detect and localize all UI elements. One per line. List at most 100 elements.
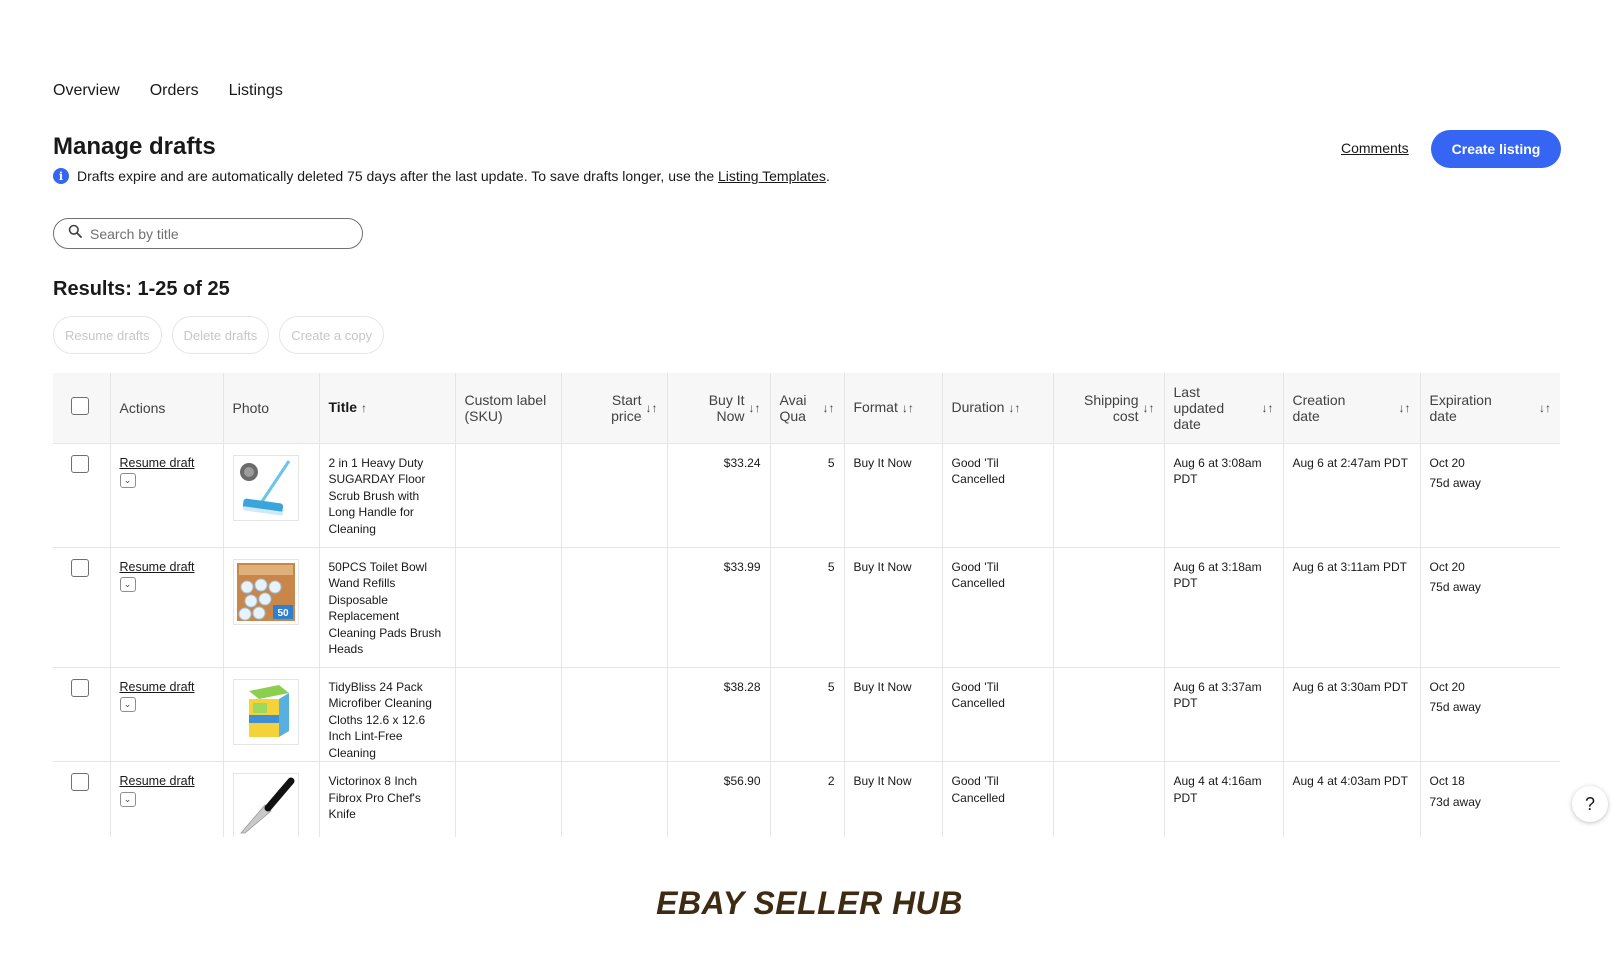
row-buy-it-now: $56.90: [667, 761, 771, 837]
table-row: Resume draft ⌄ 50 50PCS Toilet Bowl Wand …: [53, 546, 1560, 667]
resume-draft-link[interactable]: Resume draft: [120, 559, 214, 576]
header-expiration-date[interactable]: Expiration date ↓↑: [1420, 373, 1560, 443]
microfiber-cloths-photo[interactable]: [232, 678, 299, 745]
row-title: TidyBliss 24 Pack Microfiber Cleaning Cl…: [319, 666, 456, 762]
row-sku: [455, 546, 562, 667]
search-icon: [68, 224, 82, 243]
row-title: 50PCS Toilet Bowl Wand Refills Disposabl…: [319, 546, 456, 667]
header-buy-it-now[interactable]: Buy It Now ↓↑: [667, 373, 771, 443]
row-start-price: [561, 442, 668, 547]
listing-templates-link[interactable]: Listing Templates: [718, 168, 826, 184]
row-start-price: [561, 666, 668, 762]
row-start-price: [561, 546, 668, 667]
header-select: [53, 373, 111, 443]
row-quantity: 5: [770, 546, 845, 667]
header-duration[interactable]: Duration ↓↑: [942, 373, 1054, 443]
chevron-down-icon[interactable]: ⌄: [119, 791, 136, 807]
info-text: Drafts expire and are automatically dele…: [77, 168, 830, 184]
row-duration: Good 'Til Cancelled: [942, 442, 1054, 547]
resume-drafts-button[interactable]: Resume drafts: [53, 316, 162, 354]
resume-draft-link[interactable]: Resume draft: [120, 679, 214, 696]
info-icon: i: [53, 168, 69, 184]
row-last-updated: Aug 6 at 3:18am PDT: [1164, 546, 1284, 667]
tab-listings[interactable]: Listings: [229, 82, 283, 100]
resume-draft-link[interactable]: Resume draft: [120, 455, 214, 472]
table-row: Resume draft ⌄ Victorinox 8 Inch Fibrox P…: [53, 761, 1560, 837]
sort-icon: ↓↑: [1261, 400, 1274, 415]
row-checkbox[interactable]: [71, 454, 89, 473]
table-header: Actions Photo Title ↑ Custom label (SKU) S…: [53, 373, 1560, 443]
row-duration: Good 'Til Cancelled: [942, 761, 1054, 837]
create-copy-button[interactable]: Create a copy: [279, 316, 385, 354]
table-row: Resume draft ⌄ 2 in 1 Heavy Duty SUGARDAY…: [53, 442, 1560, 547]
sort-icon: ↓↑: [748, 400, 761, 415]
chevron-down-icon[interactable]: ⌄: [119, 577, 136, 592]
row-creation-date: Aug 6 at 3:11am PDT: [1283, 546, 1421, 667]
row-shipping: [1053, 761, 1165, 837]
header-quantity[interactable]: Avai Qua ↓↑: [770, 373, 845, 443]
table-row: Resume draft ⌄ TidyBliss 24 Pack Microfib…: [53, 666, 1560, 762]
row-title: Victorinox 8 Inch Fibrox Pro Chef's Knif…: [319, 761, 456, 837]
row-creation-date: Aug 4 at 4:03am PDT: [1283, 761, 1421, 837]
row-last-updated: Aug 4 at 4:16am PDT: [1164, 761, 1284, 837]
page-title: Manage drafts: [53, 133, 216, 160]
bulk-actions: Resume drafts Delete drafts Create a cop…: [53, 316, 385, 354]
row-checkbox[interactable]: [71, 678, 89, 697]
search-box: [53, 218, 363, 249]
row-format: Buy It Now: [844, 666, 943, 762]
delete-drafts-button[interactable]: Delete drafts: [171, 316, 270, 354]
row-checkbox[interactable]: [71, 558, 89, 577]
chef-knife-photo[interactable]: [232, 773, 299, 837]
drafts-table: Actions Photo Title ↑ Custom label (SKU) S…: [53, 373, 1560, 837]
row-quantity: 5: [770, 666, 845, 762]
toilet-pads-photo[interactable]: 50: [232, 558, 299, 625]
row-sku: [455, 666, 562, 762]
select-all-checkbox[interactable]: [71, 397, 89, 416]
sort-icon: ↓↑: [822, 400, 835, 415]
row-last-updated: Aug 6 at 3:37am PDT: [1164, 666, 1284, 762]
header-sku: Custom label (SKU): [455, 373, 562, 443]
comments-link[interactable]: Comments: [1341, 140, 1409, 156]
header-actions: Actions: [110, 373, 224, 443]
header-format[interactable]: Format ↓↑: [844, 373, 943, 443]
row-format: Buy It Now: [844, 442, 943, 547]
row-quantity: 5: [770, 442, 845, 547]
scrub-brush-photo[interactable]: [232, 454, 299, 521]
sort-icon: ↓↑: [901, 401, 914, 416]
create-listing-button[interactable]: Create listing: [1431, 130, 1561, 168]
top-nav: Overview Orders Listings: [53, 82, 283, 100]
row-duration: Good 'Til Cancelled: [942, 546, 1054, 667]
header-title[interactable]: Title ↑: [319, 373, 456, 443]
row-expiration: Oct 20 75d away: [1420, 442, 1560, 547]
chevron-down-icon[interactable]: ⌄: [119, 697, 136, 712]
header-shipping[interactable]: Shipping cost ↓↑: [1053, 373, 1165, 443]
tab-overview[interactable]: Overview: [53, 82, 120, 100]
help-button[interactable]: ?: [1572, 786, 1608, 822]
header-photo: Photo: [223, 373, 320, 443]
row-expiration: Oct 20 75d away: [1420, 666, 1560, 762]
header-last-updated[interactable]: Last updated date ↓↑: [1164, 373, 1284, 443]
row-buy-it-now: $33.99: [667, 546, 771, 667]
row-shipping: [1053, 666, 1165, 762]
sort-icon: ↓↑: [1142, 400, 1155, 415]
chevron-down-icon[interactable]: ⌄: [119, 473, 136, 488]
row-expiration: Oct 20 75d away: [1420, 546, 1560, 667]
header-start-price[interactable]: Start price ↓↑: [561, 373, 668, 443]
caption-title: EBAY SELLER HUB: [656, 885, 963, 921]
svg-text:50: 50: [277, 608, 289, 619]
row-checkbox[interactable]: [71, 773, 89, 791]
header-creation-date[interactable]: Creation date ↓↑: [1283, 373, 1421, 443]
row-sku: [455, 761, 562, 837]
row-last-updated: Aug 6 at 3:08am PDT: [1164, 442, 1284, 547]
row-start-price: [561, 761, 668, 837]
tab-orders[interactable]: Orders: [150, 82, 199, 100]
row-sku: [455, 442, 562, 547]
sort-icon: ↓↑: [645, 400, 658, 415]
results-count: Results: 1-25 of 25: [53, 278, 230, 300]
row-expiration: Oct 18 73d away: [1420, 761, 1560, 837]
row-title: 2 in 1 Heavy Duty SUGARDAY Floor Scrub B…: [319, 442, 456, 547]
search-input[interactable]: [90, 225, 340, 242]
sort-icon: ↓↑: [1008, 401, 1021, 416]
resume-draft-link[interactable]: Resume draft: [120, 773, 214, 790]
row-shipping: [1053, 546, 1165, 667]
